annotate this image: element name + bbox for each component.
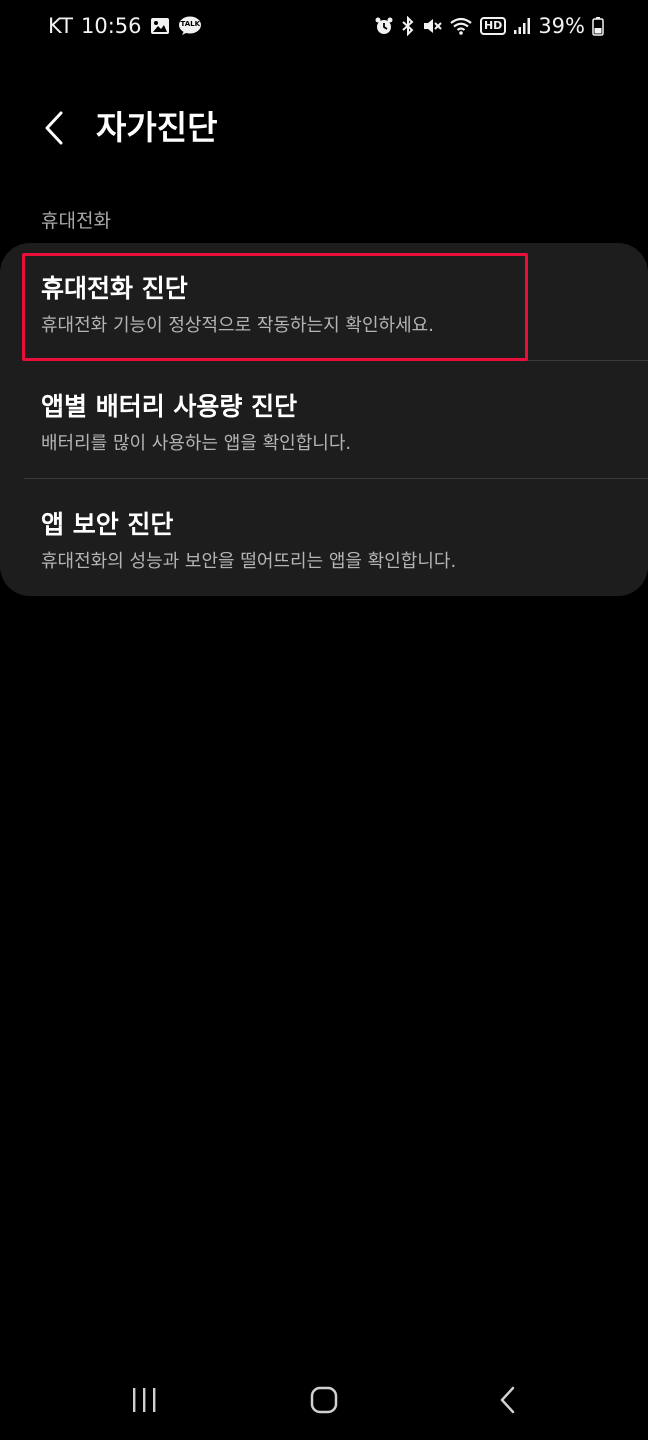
item-description: 휴대전화 기능이 정상적으로 작동하는지 확인하세요.	[41, 315, 434, 336]
hd-icon: HD	[479, 17, 507, 35]
alarm-icon	[374, 16, 394, 36]
diagnostics-card: 휴대전화 진단 휴대전화 기능이 정상적으로 작동하는지 확인하세요. 앱별 배…	[0, 243, 648, 596]
status-right: HD 39%	[374, 14, 604, 38]
bluetooth-icon	[401, 16, 415, 36]
mute-icon	[422, 16, 442, 36]
recent-apps-icon	[133, 1388, 156, 1412]
list-item-app-security[interactable]: 앱 보안 진단 휴대전화의 성능과 보안을 떨어뜨리는 앱을 확인합니다.	[0, 479, 648, 596]
battery-percent: 39%	[538, 14, 585, 38]
carrier-label: KT	[48, 14, 73, 38]
home-button[interactable]	[294, 1378, 354, 1422]
home-icon	[310, 1386, 338, 1414]
recent-apps-button[interactable]	[114, 1378, 174, 1422]
list-item-phone-diagnostics[interactable]: 휴대전화 진단 휴대전화 기능이 정상적으로 작동하는지 확인하세요.	[0, 243, 648, 360]
back-icon	[500, 1386, 515, 1414]
clock: 10:56	[80, 14, 142, 38]
kakaotalk-icon: TALK	[178, 16, 202, 36]
battery-icon	[592, 16, 604, 36]
app-header: 자가진단	[0, 96, 648, 160]
item-title: 앱별 배터리 사용량 진단	[41, 392, 298, 421]
status-left: KT 10:56 TALK	[48, 14, 202, 38]
chevron-left-icon	[45, 111, 63, 145]
nav-back-button[interactable]	[478, 1378, 538, 1422]
list-item-battery-usage[interactable]: 앱별 배터리 사용량 진단 배터리를 많이 사용하는 앱을 확인합니다.	[0, 361, 648, 478]
signal-icon	[513, 17, 531, 35]
back-button[interactable]	[30, 104, 78, 152]
item-description: 휴대전화의 성능과 보안을 떨어뜨리는 앱을 확인합니다.	[41, 551, 457, 572]
screen: KT 10:56 TALK HD 39% 자가진단 휴대전화 휴대전화 진단 휴…	[0, 0, 648, 1440]
wifi-icon	[449, 16, 473, 36]
gallery-icon	[150, 17, 170, 35]
page-title: 자가진단	[96, 108, 218, 147]
talk-badge-text: TALK	[180, 20, 201, 28]
section-header: 휴대전화	[41, 210, 111, 232]
item-title: 휴대전화 진단	[41, 274, 188, 303]
hd-badge-text: HD	[483, 19, 503, 32]
status-bar: KT 10:56 TALK HD 39%	[0, 0, 648, 58]
item-description: 배터리를 많이 사용하는 앱을 확인합니다.	[41, 433, 352, 454]
item-title: 앱 보안 진단	[41, 510, 174, 539]
navigation-bar	[0, 1360, 648, 1440]
